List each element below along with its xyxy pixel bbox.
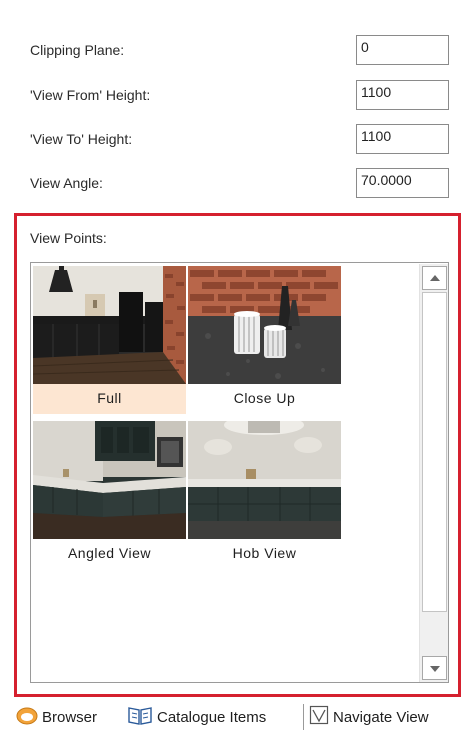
viewpoint-label-full: Full — [97, 390, 122, 406]
tab-catalogue-items[interactable]: Catalogue Items — [127, 704, 266, 730]
tab-navigate-view[interactable]: Navigate View — [303, 704, 429, 730]
clipping-plane-label: Clipping Plane: — [30, 42, 125, 58]
tab-navigate-view-label: Navigate View — [333, 708, 429, 726]
viewpoint-item-close-up[interactable]: Close Up — [188, 266, 341, 414]
browser-icon — [16, 705, 38, 729]
view-from-height-input[interactable]: 1100 — [356, 80, 449, 110]
scroll-down-button[interactable] — [422, 656, 447, 680]
view-to-height-row: 'View To' Height: 1100 — [0, 124, 465, 154]
tab-browser-label: Browser — [42, 708, 98, 726]
view-angle-row: View Angle: 70.0000 — [0, 168, 465, 198]
tab-catalogue-items-label: Catalogue Items — [157, 708, 267, 726]
viewpoint-label-hob-view: Hob View — [232, 545, 297, 561]
view-to-height-label: 'View To' Height: — [30, 131, 133, 147]
view-from-height-row: 'View From' Height: 1100 — [0, 80, 465, 110]
viewpoint-label-close-up: Close Up — [233, 390, 296, 406]
viewpoints-scrollbar[interactable] — [419, 264, 448, 682]
scroll-up-button[interactable] — [422, 266, 447, 290]
bottom-tab-bar: Browser Catalogue Items Navigate View — [0, 700, 465, 732]
clipping-plane-row: Clipping Plane: 0 — [0, 35, 465, 65]
kitchen-hob-view-thumbnail — [188, 421, 341, 539]
view-angle-label: View Angle: — [30, 175, 103, 191]
navigate-view-icon — [309, 705, 329, 729]
viewpoints-list[interactable]: Full Close Up Angled View Hob View — [30, 262, 449, 683]
viewpoint-item-angled-view[interactable]: Angled View — [33, 421, 186, 569]
tab-browser[interactable]: Browser — [16, 704, 97, 730]
kitchen-close-up-thumbnail — [188, 266, 341, 384]
scrollbar-thumb[interactable] — [422, 292, 447, 612]
view-to-height-input[interactable]: 1100 — [356, 124, 449, 154]
kitchen-full-view-thumbnail — [33, 266, 186, 384]
viewpoints-label: View Points: — [30, 230, 107, 246]
clipping-plane-input[interactable]: 0 — [356, 35, 449, 65]
chevron-up-icon — [430, 275, 440, 281]
kitchen-angled-view-thumbnail — [33, 421, 186, 539]
viewpoint-item-hob-view[interactable]: Hob View — [188, 421, 341, 569]
viewpoint-label-angled-view: Angled View — [67, 545, 152, 561]
view-from-height-label: 'View From' Height: — [30, 87, 151, 103]
catalogue-book-icon — [127, 705, 153, 729]
view-angle-input[interactable]: 70.0000 — [356, 168, 449, 198]
chevron-down-icon — [430, 666, 440, 672]
viewpoint-item-full[interactable]: Full — [33, 266, 186, 414]
